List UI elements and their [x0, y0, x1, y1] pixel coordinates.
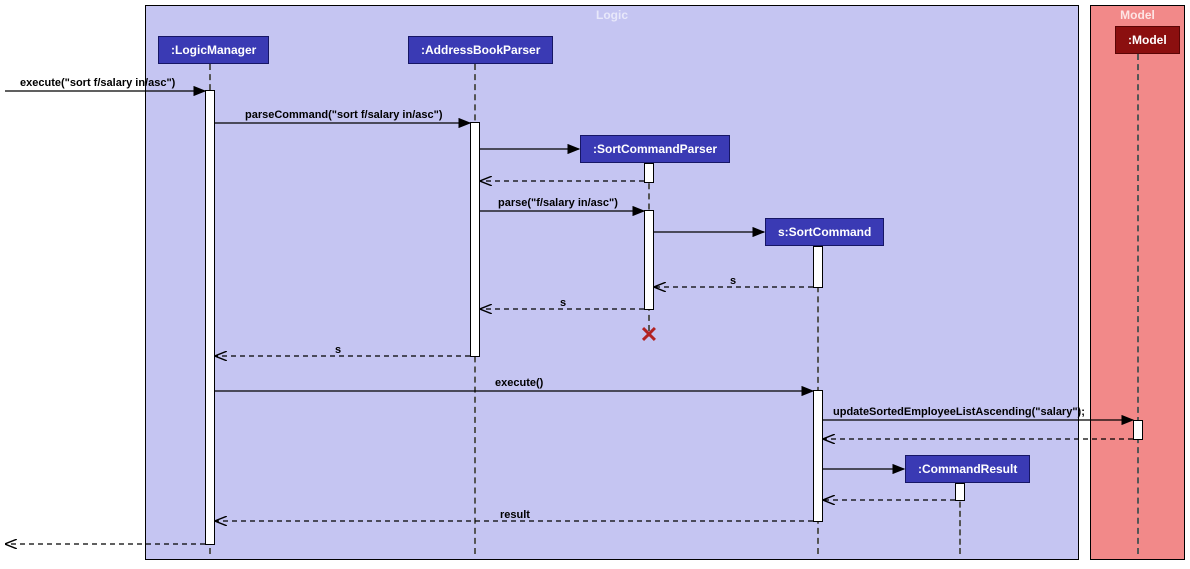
participant-address-book-parser: :AddressBookParser — [408, 36, 553, 64]
activation-sort-command-parser-1 — [644, 163, 654, 183]
activation-sort-command-1 — [813, 246, 823, 288]
msg-s2: s — [560, 297, 566, 309]
destroy-icon: ✕ — [640, 322, 658, 348]
participant-command-result: :CommandResult — [905, 455, 1030, 483]
msg-result: result — [500, 509, 530, 521]
activation-address-book-parser — [470, 122, 480, 357]
activation-logic-manager — [205, 90, 215, 545]
msg-execute2: execute() — [495, 377, 543, 389]
msg-execute1: execute("sort f/salary in/asc") — [20, 77, 175, 89]
participant-sort-command-parser: :SortCommandParser — [580, 135, 730, 163]
activation-sort-command-2 — [813, 390, 823, 522]
frame-title-model: Model — [1110, 6, 1165, 24]
frame-title-logic: Logic — [586, 6, 638, 24]
participant-sort-command: s:SortCommand — [765, 218, 884, 246]
msg-s1: s — [730, 275, 736, 287]
msg-s3: s — [335, 344, 341, 356]
msg-update-sorted: updateSortedEmployeeListAscending("salar… — [833, 406, 1085, 418]
msg-parse-command: parseCommand("sort f/salary in/asc") — [245, 109, 443, 121]
msg-parse: parse("f/salary in/asc") — [498, 197, 618, 209]
participant-model: :Model — [1115, 26, 1180, 54]
activation-command-result — [955, 483, 965, 501]
participant-logic-manager: :LogicManager — [158, 36, 269, 64]
activation-model — [1133, 420, 1143, 440]
lifeline-model — [1137, 54, 1139, 554]
activation-sort-command-parser-2 — [644, 210, 654, 310]
